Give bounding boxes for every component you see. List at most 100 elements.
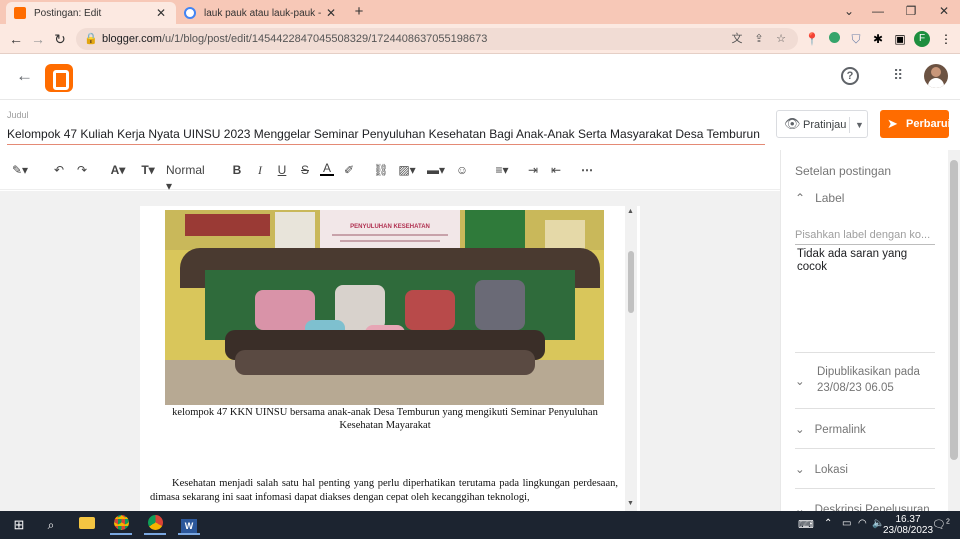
insert-video-icon[interactable]: ▬▾ xyxy=(425,162,447,178)
chrome-profile-icon[interactable] xyxy=(144,515,166,535)
minimize-button[interactable]: — xyxy=(862,0,894,24)
divider xyxy=(795,448,935,449)
browser-tab-strip: Postingan: Edit ✕ lauk pauk atau lauk-pa… xyxy=(0,0,960,24)
new-tab-button[interactable]: + xyxy=(350,3,368,21)
apps-grid-icon[interactable]: ⠿ xyxy=(893,67,903,84)
label-section-header[interactable]: ⌃ Label xyxy=(795,191,844,205)
permalink-title: Permalink xyxy=(814,424,866,436)
caption-line: kelompok 47 KKN UINSU bersama anak-anak … xyxy=(172,407,598,418)
network-icon[interactable]: ▭ xyxy=(842,518,851,529)
strikethrough-icon[interactable]: S xyxy=(298,162,312,178)
italic-icon[interactable]: I xyxy=(254,162,266,178)
extension-green-icon[interactable] xyxy=(826,31,842,47)
back-arrow-icon[interactable]: ← xyxy=(16,66,33,86)
paragraph-format-select[interactable]: Normal ▾ xyxy=(166,162,212,193)
show-hidden-icons-chevron-icon[interactable]: ⌃ xyxy=(824,518,832,529)
user-avatar[interactable] xyxy=(924,64,948,88)
clock[interactable]: 16.37 23/08/2023 xyxy=(880,514,936,536)
url-text: blogger.com/u/1/blog/post/edit/145442284… xyxy=(102,33,488,45)
browser-toolbar: ← → ↻ 🔒 blogger.com/u/1/blog/post/edit/1… xyxy=(0,24,960,54)
update-button[interactable]: ➤ Perbarui xyxy=(880,110,951,138)
align-icon[interactable]: ≡▾ xyxy=(490,162,514,178)
bookmark-star-icon[interactable]: ☆ xyxy=(774,32,788,46)
share-icon[interactable]: ⇪ xyxy=(752,32,766,46)
lock-icon[interactable]: 🔒 xyxy=(84,32,98,46)
restore-button[interactable]: ❐ xyxy=(895,0,927,24)
tab-search-chevron-icon[interactable]: ⌄ xyxy=(833,0,865,24)
post-settings-panel: Setelan postingan ⌃ Label Pisahkan label … xyxy=(780,150,960,516)
undo-icon[interactable]: ↶ xyxy=(52,162,66,178)
clock-date: 23/08/2023 xyxy=(882,525,934,536)
scrollbar-thumb[interactable] xyxy=(950,160,958,460)
divider xyxy=(795,352,935,353)
permalink-section[interactable]: ⌄ Permalink xyxy=(795,422,866,436)
chevron-down-icon: ⌄ xyxy=(795,424,805,436)
notification-center-icon[interactable]: 🗨2 xyxy=(932,518,950,531)
close-window-button[interactable]: ✕ xyxy=(928,0,960,24)
eye-icon: 👁 xyxy=(784,116,801,131)
wifi-icon[interactable]: ◠ xyxy=(858,518,867,529)
editor-scrollbar[interactable]: ▲ ▼ xyxy=(625,206,637,511)
side-panel-icon[interactable]: ▣ xyxy=(892,31,908,47)
extensions-puzzle-icon[interactable]: ✱ xyxy=(870,31,886,47)
back-arrow-icon[interactable]: ← xyxy=(6,29,26,49)
link-icon[interactable]: ⛓ xyxy=(373,162,389,178)
file-explorer-icon[interactable] xyxy=(76,515,98,535)
update-label: Perbarui xyxy=(906,118,951,130)
redo-icon[interactable]: ↷ xyxy=(75,162,89,178)
body-paragraph: Kesehatan menjadi salah satu hal penting… xyxy=(150,478,618,503)
location-section[interactable]: ⌄ Lokasi xyxy=(795,462,848,476)
search-icon[interactable]: ⌕ xyxy=(40,515,62,535)
notification-count: 2 xyxy=(945,518,950,526)
emoji-icon[interactable]: ☺ xyxy=(455,162,469,178)
label-section-title: Label xyxy=(815,191,845,205)
indent-icon[interactable]: ⇥ xyxy=(526,162,540,178)
group-photo[interactable]: PENYULUHAN KESEHATAN xyxy=(165,210,604,405)
tab-postingan-edit[interactable]: Postingan: Edit ✕ xyxy=(6,2,176,24)
address-bar[interactable]: 🔒 blogger.com/u/1/blog/post/edit/1454422… xyxy=(76,28,798,50)
title-label: Judul xyxy=(7,110,29,120)
forward-arrow-icon[interactable]: → xyxy=(28,29,48,49)
editor-toolbar: ✎▾ ↶ ↷ A▾ T▾ Normal ▾ B I U S A ✐ ⛓ ▨▾ ▬… xyxy=(0,150,780,193)
text-color-icon[interactable]: A xyxy=(320,162,334,176)
translate-icon[interactable]: 文 xyxy=(730,32,744,46)
underline-icon[interactable]: U xyxy=(276,162,288,178)
profile-avatar[interactable]: F xyxy=(914,31,930,47)
tab-lauk-pauk[interactable]: lauk pauk atau lauk-pauk - Penel ✕ xyxy=(176,2,346,24)
close-tab-icon[interactable]: ✕ xyxy=(324,6,338,20)
shield-icon[interactable]: ⛉ xyxy=(848,31,864,47)
help-icon[interactable]: ? xyxy=(841,67,859,85)
touch-keyboard-icon[interactable]: ⌨ xyxy=(798,518,814,531)
google-favicon-icon xyxy=(184,7,196,19)
edit-mode-pencil-icon[interactable]: ✎▾ xyxy=(8,162,32,178)
photo-caption: kelompok 47 KKN UINSU bersama anak-anak … xyxy=(150,406,620,432)
browser-menu-icon[interactable]: ⋮ xyxy=(938,31,954,47)
more-options-icon[interactable]: ⋯ xyxy=(580,162,594,178)
preview-button[interactable]: 👁 Pratinjau ▼ xyxy=(776,110,868,138)
chrome-icon[interactable] xyxy=(110,515,132,535)
insert-image-icon[interactable]: ▨▾ xyxy=(396,162,418,178)
windows-start-icon[interactable]: ⊞ xyxy=(8,515,30,535)
labels-input[interactable]: Pisahkan label dengan ko... xyxy=(795,229,935,245)
close-tab-icon[interactable]: ✕ xyxy=(154,6,168,20)
bold-icon[interactable]: B xyxy=(231,162,243,178)
location-pin-icon[interactable]: 📍 xyxy=(804,31,820,47)
scrollbar-thumb[interactable] xyxy=(628,251,634,313)
scroll-down-icon[interactable]: ▼ xyxy=(627,500,634,507)
published-title: Dipublikasikan pada xyxy=(817,366,920,378)
location-title: Lokasi xyxy=(814,464,848,476)
settings-scrollbar[interactable] xyxy=(948,150,960,511)
scroll-up-icon[interactable]: ▲ xyxy=(627,208,634,215)
post-body[interactable]: PENYULUHAN KESEHATAN kelompok 47 KKN UIN… xyxy=(140,206,640,511)
blogger-logo-icon[interactable] xyxy=(45,64,73,92)
chevron-down-icon: ⌄ xyxy=(795,376,805,388)
preview-dropdown-icon[interactable]: ▼ xyxy=(849,117,864,133)
outdent-icon[interactable]: ⇤ xyxy=(549,162,563,178)
reload-icon[interactable]: ↻ xyxy=(50,29,70,49)
font-size-icon[interactable]: T▾ xyxy=(136,162,160,178)
highlight-icon[interactable]: ✐ xyxy=(342,162,356,178)
word-icon[interactable]: W xyxy=(178,515,200,535)
post-title-input[interactable]: Kelompok 47 Kuliah Kerja Nyata UINSU 202… xyxy=(7,127,765,145)
font-family-icon[interactable]: A▾ xyxy=(106,162,130,178)
divider xyxy=(795,408,935,409)
